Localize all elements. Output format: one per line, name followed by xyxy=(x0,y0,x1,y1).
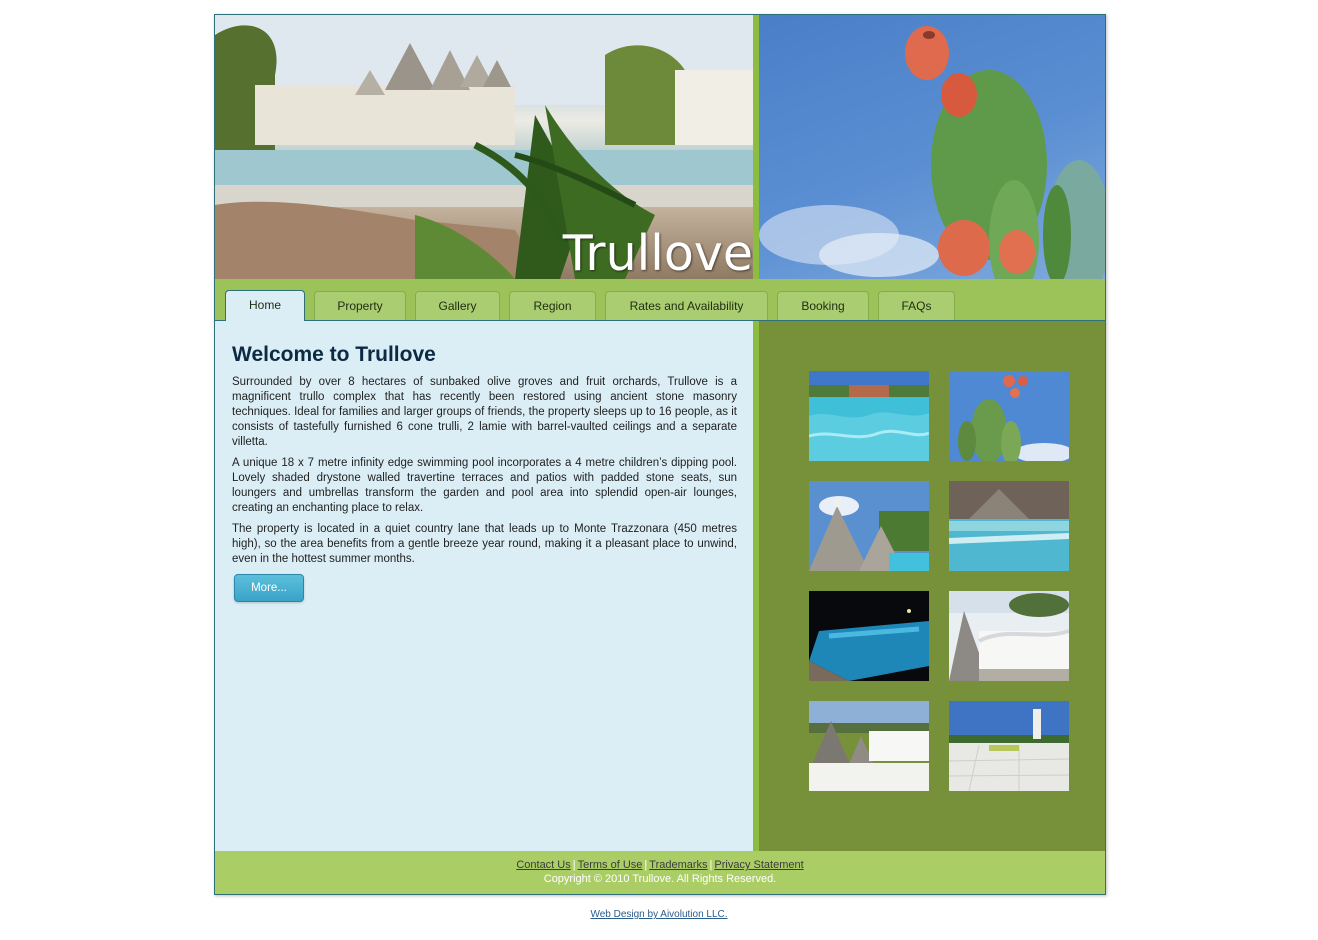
cactus-fruit-photo[interactable] xyxy=(949,371,1069,461)
pool-paragraph: A unique 18 x 7 metre infinity edge swim… xyxy=(232,457,737,514)
prickly-pear-cactus-photo xyxy=(759,15,1105,279)
tab-property[interactable]: Property xyxy=(314,291,406,320)
site-footer: Contact Us | Terms of Use | Trademarks | Priva… xyxy=(215,851,1105,894)
pool-reflection-photo[interactable] xyxy=(949,481,1069,571)
tab-booking[interactable]: Booking xyxy=(777,291,869,320)
trullo-roof-photo[interactable] xyxy=(949,591,1069,681)
intro-paragraph: Surrounded by over 8 hectares of sunbake… xyxy=(232,376,737,448)
tab-gallery[interactable]: Gallery xyxy=(415,291,500,320)
footer-links: Contact Us | Terms of Use | Trademarks | Priva… xyxy=(215,859,1105,871)
pool-water-photo[interactable] xyxy=(809,371,929,461)
terrace-chimney-photo[interactable] xyxy=(949,701,1069,791)
copyright-text: Copyright © 2010 Trullove. All Rights Re… xyxy=(543,873,777,885)
photo-gallery xyxy=(759,321,1105,851)
site-brand-title[interactable]: Trullove xyxy=(563,225,753,279)
page-frame: Trullove Home Property Gallery Region Ra xyxy=(214,14,1106,895)
location-paragraph: The property is located in a quiet count… xyxy=(232,523,737,565)
tab-region[interactable]: Region xyxy=(509,291,596,320)
main-navigation: Home Property Gallery Region Rates and A… xyxy=(215,279,1105,321)
page-title: Welcome to Trullove xyxy=(232,343,436,366)
trademarks-link[interactable]: Trademarks xyxy=(649,859,707,871)
privacy-statement-link[interactable]: Privacy Statement xyxy=(714,859,803,871)
footer-separator: | xyxy=(572,859,576,871)
contact-us-link[interactable]: Contact Us xyxy=(516,859,570,871)
trulli-cones-photo[interactable] xyxy=(809,481,929,571)
roof-terrace-photo[interactable] xyxy=(809,701,929,791)
trulli-pool-photo: Trullove xyxy=(215,15,753,279)
more-button[interactable]: More... xyxy=(234,574,304,602)
tab-faqs[interactable]: FAQs xyxy=(878,291,955,320)
tab-home[interactable]: Home xyxy=(225,290,305,321)
web-design-credit-link[interactable]: Web Design by Aivolution LLC. xyxy=(0,909,1318,920)
tab-rates-and-availability[interactable]: Rates and Availability xyxy=(605,291,768,320)
pool-night-photo[interactable] xyxy=(809,591,929,681)
terms-of-use-link[interactable]: Terms of Use xyxy=(578,859,643,871)
site-header: Trullove xyxy=(215,15,1105,279)
main-content: Welcome to Trullove Surrounded by over 8… xyxy=(215,321,753,851)
